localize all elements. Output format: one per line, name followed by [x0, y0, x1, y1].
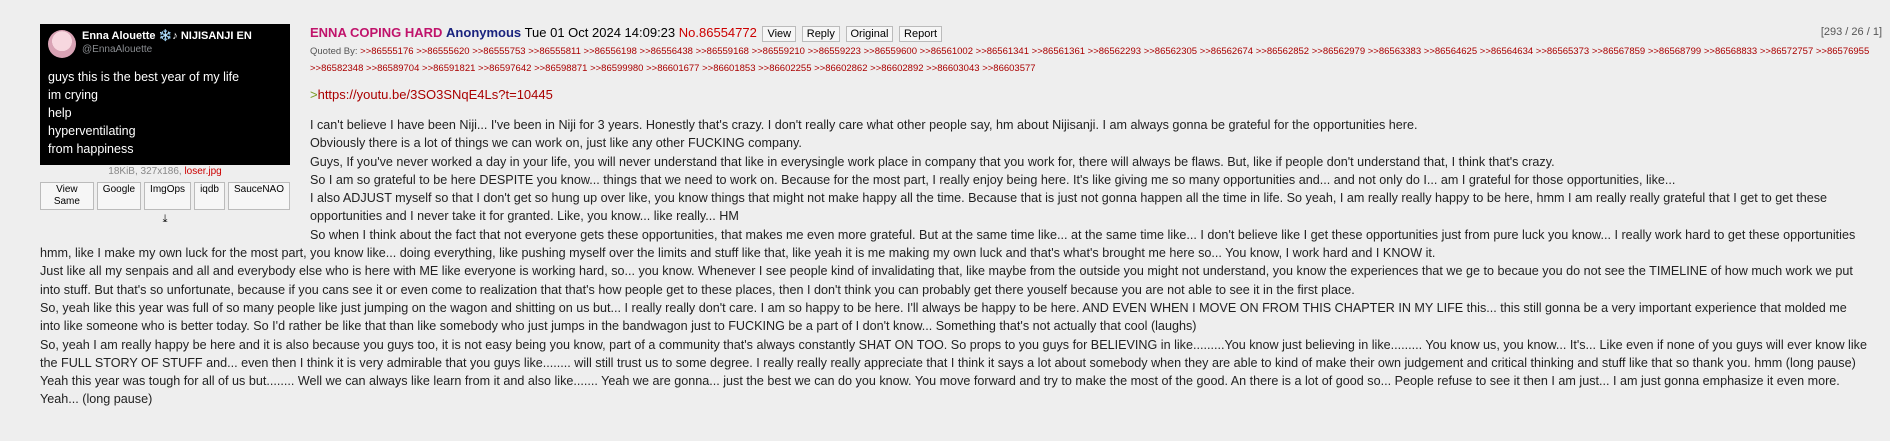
image-search-buttons: View Same Google ImgOps iqdb SauceNAO	[40, 182, 290, 210]
quote-backlink[interactable]: >>86598871	[534, 63, 587, 74]
file-meta: 18KiB, 327x186,	[108, 166, 182, 177]
avatar	[48, 30, 76, 58]
quote-backlink[interactable]: >>86601853	[702, 63, 755, 74]
quote-backlink[interactable]: >>86565373	[1536, 46, 1589, 57]
quote-backlink[interactable]: >>86603577	[982, 63, 1035, 74]
quote-backlink[interactable]: >>86555176	[360, 46, 413, 57]
greentext-line: >https://youtu.be/3SO3SNqE4Ls?t=10445	[40, 87, 1870, 102]
tweet-line: help	[48, 106, 72, 120]
quote-backlink[interactable]: >>86555620	[416, 46, 469, 57]
quote-backlink[interactable]: >>86562979	[1312, 46, 1365, 57]
quote-backlink[interactable]: >>86582348	[310, 63, 363, 74]
body-paragraph: I can't believe I have been Niji... I've…	[310, 118, 1418, 132]
post-subject: ENNA COPING HARD	[310, 25, 443, 40]
post-container: Enna Alouette ❄️♪ NIJISANJI EN @EnnaAlou…	[0, 0, 1890, 441]
google-button[interactable]: Google	[96, 182, 142, 210]
body-paragraph: Obviously there is a lot of things we ca…	[310, 136, 802, 151]
quote-backlink[interactable]: >>86559210	[752, 46, 805, 57]
quote-backlink[interactable]: >>86589704	[366, 63, 419, 74]
quote-backlink[interactable]: >>86572757	[1760, 46, 1813, 57]
body-paragraph: Yeah this year was tough for all of us b…	[40, 374, 1840, 407]
body-paragraph: So I am so grateful to be here DESPITE y…	[310, 172, 1676, 187]
download-icon[interactable]: ⤓	[163, 214, 168, 225]
tweet-display-name: Enna Alouette ❄️♪ NIJISANJI EN	[82, 30, 252, 42]
imgops-button[interactable]: ImgOps	[144, 182, 192, 210]
quote-backlink[interactable]: >>86567859	[1592, 46, 1645, 57]
quote-backlink[interactable]: >>86568799	[1648, 46, 1701, 57]
quote-backlink[interactable]: >>86559600	[864, 46, 917, 57]
quote-backlink[interactable]: >>86556198	[584, 46, 637, 57]
view-same-button[interactable]: View Same	[40, 182, 94, 210]
tweet-line: hyperventilating	[48, 124, 136, 138]
tweet-line: from happiness	[48, 142, 134, 156]
body-paragraph: So, yeah I am really happy be here and i…	[40, 337, 1867, 370]
file-block: Enna Alouette ❄️♪ NIJISANJI EN @EnnaAlou…	[40, 24, 290, 225]
quoted-by-label: Quoted By:	[310, 46, 358, 57]
quote-backlink[interactable]: >>86564634	[1480, 46, 1533, 57]
file-name-link[interactable]: loser.jpg	[184, 166, 221, 177]
post-image-thumbnail[interactable]: Enna Alouette ❄️♪ NIJISANJI EN @EnnaAlou…	[40, 24, 290, 165]
post-body: I can't believe I have been Niji... I've…	[40, 116, 1870, 409]
tweet-line: guys this is the best year of my life	[48, 70, 240, 84]
body-paragraph: I also ADJUST myself so that I don't get…	[310, 191, 1828, 224]
quote-backlink[interactable]: >>86561002	[920, 46, 973, 57]
quote-backlink[interactable]: >>86555753	[472, 46, 525, 57]
quote-backlink[interactable]: >>86555811	[528, 46, 581, 57]
body-paragraph: So when I think about the fact that not …	[40, 227, 1856, 261]
reply-button[interactable]: Reply	[801, 26, 840, 42]
quote-backlink[interactable]: >>86562852	[1256, 46, 1309, 57]
post-header: ENNA COPING HARD Anonymous Tue 01 Oct 20…	[40, 24, 1870, 42]
greentext-prefix: >	[310, 87, 318, 102]
quote-backlink[interactable]: >>86562293	[1088, 46, 1141, 57]
post-datetime: Tue 01 Oct 2024 14:09:23	[524, 25, 676, 40]
file-info: 18KiB, 327x186, loser.jpg	[40, 166, 290, 178]
poster-name: Anonymous	[446, 25, 522, 40]
quote-backlink[interactable]: >>86559168	[696, 46, 749, 57]
quote-backlink[interactable]: >>86556438	[640, 46, 693, 57]
quote-backlink[interactable]: >>86562305	[1144, 46, 1197, 57]
quote-backlink[interactable]: >>86568833	[1704, 46, 1757, 57]
reply-counter: [293 / 26 / 1]	[1820, 26, 1882, 38]
quote-backlink[interactable]: >>86602862	[814, 63, 867, 74]
post-number-value: 86554772	[699, 25, 757, 40]
quote-backlink[interactable]: >>86597642	[478, 63, 531, 74]
quote-backlink[interactable]: >>86576955	[1816, 46, 1869, 57]
tweet-body: guys this is the best year of my life im…	[48, 68, 282, 158]
quote-backlink[interactable]: >>86602255	[758, 63, 811, 74]
saucenao-button[interactable]: SauceNAO	[227, 182, 290, 210]
quoted-by: Quoted By: >>86555176 >>86555620 >>86555…	[40, 43, 1870, 77]
view-button[interactable]: View	[762, 26, 797, 42]
iqdb-button[interactable]: iqdb	[194, 182, 225, 210]
quote-backlink[interactable]: >>86601677	[646, 63, 699, 74]
body-paragraph: Guys, If you've never worked a day in yo…	[310, 154, 1555, 169]
original-button[interactable]: Original	[845, 26, 894, 42]
quote-backlink[interactable]: >>86561341	[976, 46, 1029, 57]
report-button[interactable]: Report	[899, 26, 943, 42]
body-paragraph: Just like all my senpais and all and eve…	[40, 264, 1853, 297]
quote-backlink[interactable]: >>86563383	[1368, 46, 1421, 57]
quote-backlink[interactable]: >>86603043	[926, 63, 979, 74]
quoted-by-list: >>86555176 >>86555620 >>86555753 >>86555…	[310, 46, 1869, 74]
tweet-handle: @EnnaAlouette	[82, 44, 153, 55]
youtube-link[interactable]: https://youtu.be/3SO3SNqE4Ls?t=10445	[318, 87, 553, 102]
quote-backlink[interactable]: >>86564625	[1424, 46, 1477, 57]
tweet-header: Enna Alouette ❄️♪ NIJISANJI EN @EnnaAlou…	[48, 30, 282, 58]
post-number[interactable]: No.86554772	[679, 25, 757, 40]
quote-backlink[interactable]: >>86599980	[590, 63, 643, 74]
quote-backlink[interactable]: >>86562674	[1200, 46, 1253, 57]
quote-backlink[interactable]: >>86559223	[808, 46, 861, 57]
tweet-line: im crying	[48, 88, 99, 102]
quote-backlink[interactable]: >>86602892	[870, 63, 923, 74]
quote-backlink[interactable]: >>86591821	[422, 63, 475, 74]
quote-backlink[interactable]: >>86561361	[1032, 46, 1085, 57]
post-number-prefix: No.	[678, 25, 699, 40]
body-paragraph: So, yeah like this year was full of so m…	[40, 300, 1847, 334]
